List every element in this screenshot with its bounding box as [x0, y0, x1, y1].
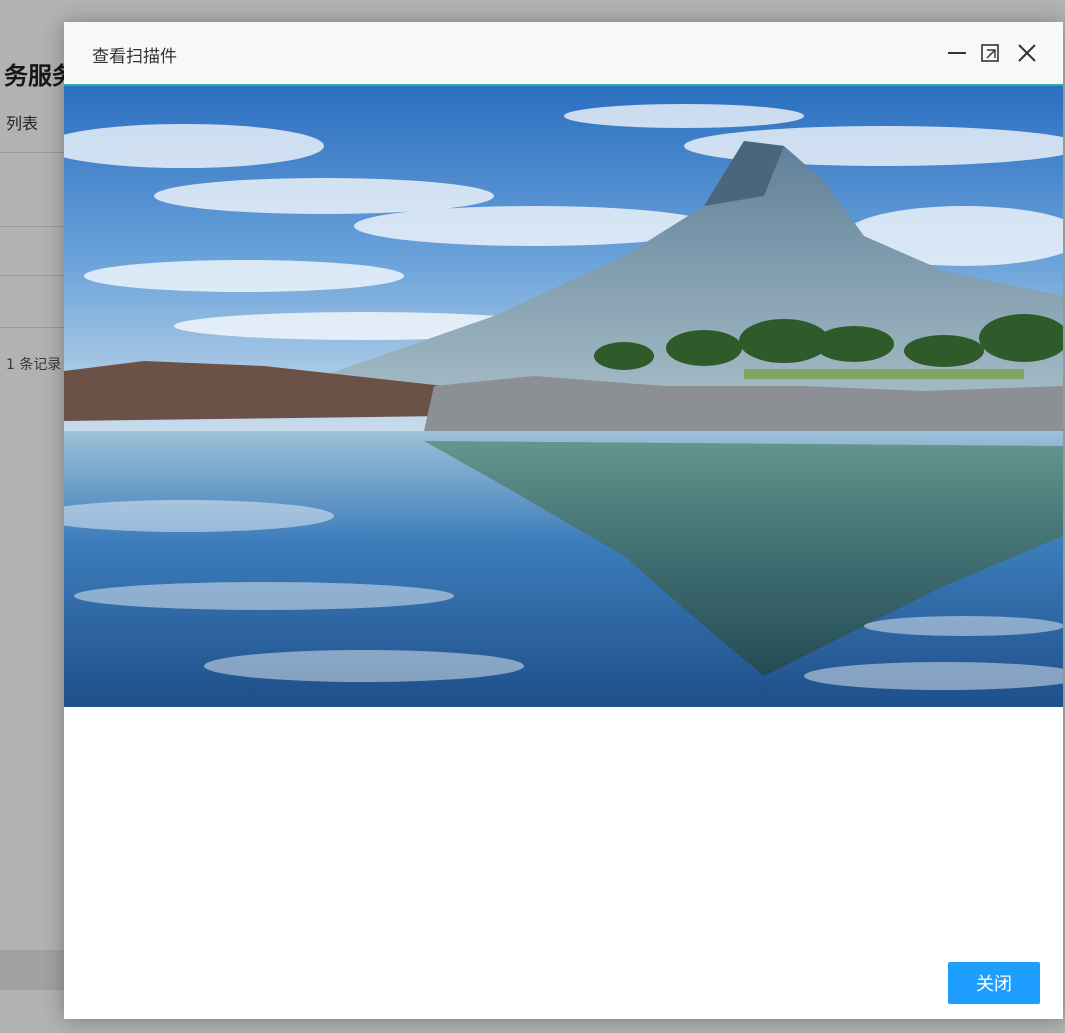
modal-title: 查看扫描件 — [92, 47, 177, 67]
scan-viewer-modal: 查看扫描件 关闭 — [64, 22, 1063, 1019]
modal-footer — [64, 950, 1063, 1019]
modal-header: 查看扫描件 — [64, 22, 1063, 86]
scan-image — [64, 86, 1063, 707]
close-icon[interactable] — [1014, 40, 1040, 66]
maximize-icon[interactable] — [978, 40, 1004, 66]
landscape-photo-icon — [64, 86, 1063, 707]
close-button[interactable]: 关闭 — [948, 962, 1040, 1004]
minimize-icon[interactable] — [944, 40, 970, 66]
